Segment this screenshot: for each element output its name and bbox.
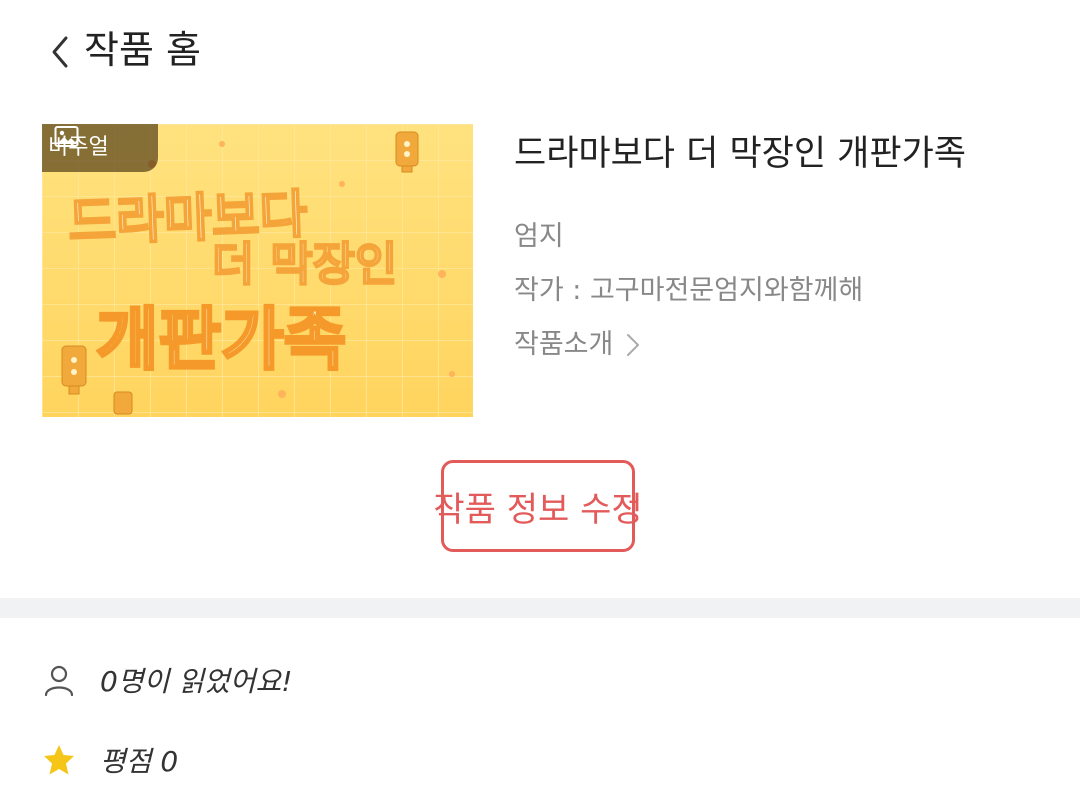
user-icon (44, 665, 74, 697)
work-intro-label: 작품소개 (514, 329, 614, 360)
back-button[interactable] (44, 28, 84, 76)
visual-badge: 비주얼 (42, 124, 158, 172)
header: 작품 홈 (0, 0, 1080, 104)
page-title: 작품 홈 (84, 28, 201, 72)
edit-work-info-label: 작품 정보 수정 (433, 489, 643, 530)
work-author: 작가 : 고구마전문엄지와함께해 (514, 275, 864, 306)
rating-value: 평점 0 (100, 745, 179, 778)
section-divider (0, 598, 1080, 618)
work-intro-link[interactable]: 작품소개 (514, 322, 641, 368)
work-title: 드라마보다 더 막장인 개판가족 (514, 134, 966, 174)
image-icon (54, 126, 79, 147)
edit-work-info-button[interactable]: 작품 정보 수정 (433, 460, 643, 552)
work-genre: 엄지 (514, 221, 564, 252)
cover-art-line-3: 개판가족 (94, 300, 347, 382)
cover-image[interactable]: 드라마보다 더 막장인 개판가족 비주얼 (42, 124, 473, 417)
star-icon (44, 745, 74, 775)
chevron-right-icon (627, 334, 640, 356)
readers-stat: 0명이 읽었어요! (42, 654, 293, 706)
rating-stat: 평점 0 (42, 734, 178, 786)
readers-count: 0명이 읽었어요! (100, 665, 293, 698)
chevron-left-icon (52, 36, 68, 68)
